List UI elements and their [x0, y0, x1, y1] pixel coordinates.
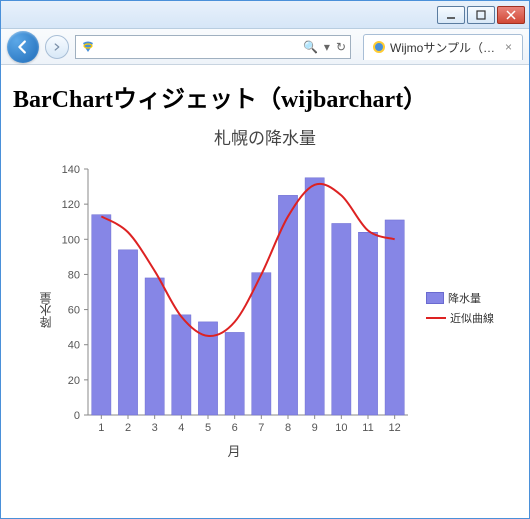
bar — [118, 250, 137, 415]
svg-text:40: 40 — [68, 340, 80, 352]
bar — [92, 215, 111, 415]
ie-favicon-icon — [80, 39, 96, 55]
tab-close-icon[interactable]: × — [503, 40, 514, 54]
back-button[interactable] — [7, 31, 39, 63]
legend-item-line: 近似曲線 — [426, 310, 494, 326]
browser-tab[interactable]: Wijmoサンプル（近… × — [363, 34, 523, 60]
svg-text:6: 6 — [232, 422, 238, 434]
refresh-icon[interactable]: ↻ — [336, 40, 346, 54]
chart-body: 降水量 020406080100120140123456789101112 月 … — [36, 159, 494, 460]
address-input[interactable] — [100, 40, 299, 54]
page-heading: BarChartウィジェット（wijbarchart） — [13, 79, 517, 114]
close-button[interactable] — [497, 6, 525, 24]
svg-text:4: 4 — [178, 422, 184, 434]
browser-window: 🔍 ▾ ↻ Wijmoサンプル（近… × BarChartウィジェット（wijb… — [0, 0, 530, 519]
bar — [332, 223, 351, 415]
svg-text:7: 7 — [258, 422, 264, 434]
address-bar-actions: 🔍 ▾ ↻ — [303, 40, 346, 54]
svg-text:5: 5 — [205, 422, 211, 434]
legend-line-label: 近似曲線 — [450, 310, 494, 326]
tab-title: Wijmoサンプル（近… — [390, 39, 499, 56]
x-axis-label: 月 — [227, 441, 240, 460]
bar — [385, 220, 404, 415]
window-titlebar — [1, 1, 529, 29]
svg-text:3: 3 — [152, 422, 158, 434]
maximize-button[interactable] — [467, 6, 495, 24]
svg-text:0: 0 — [74, 410, 80, 422]
svg-text:1: 1 — [98, 422, 104, 434]
svg-text:8: 8 — [285, 422, 291, 434]
page-content: BarChartウィジェット（wijbarchart） 札幌の降水量 降水量 0… — [1, 65, 529, 518]
svg-text:12: 12 — [389, 422, 401, 434]
legend-item-bar: 降水量 — [426, 290, 494, 306]
y-axis-label-wrap: 降水量 — [36, 292, 54, 328]
legend-bar-label: 降水量 — [448, 290, 481, 306]
chart-container: 札幌の降水量 降水量 02040608010012014012345678910… — [13, 124, 517, 460]
svg-text:10: 10 — [335, 422, 347, 434]
browser-navbar: 🔍 ▾ ↻ Wijmoサンプル（近… × — [1, 29, 529, 65]
legend-swatch-line-icon — [426, 317, 446, 319]
svg-text:20: 20 — [68, 375, 80, 387]
tab-strip: Wijmoサンプル（近… × — [363, 34, 523, 60]
forward-button[interactable] — [45, 35, 69, 59]
svg-text:2: 2 — [125, 422, 131, 434]
address-bar: 🔍 ▾ ↻ — [75, 35, 351, 59]
svg-text:140: 140 — [62, 164, 80, 176]
search-icon[interactable]: 🔍 — [303, 40, 318, 54]
bar — [305, 178, 324, 415]
y-axis-label: 降水量 — [37, 292, 54, 328]
chart-legend: 降水量 近似曲線 — [426, 290, 494, 330]
svg-text:100: 100 — [62, 234, 80, 246]
address-separator: ▾ — [324, 40, 330, 54]
bar — [172, 315, 191, 415]
svg-text:11: 11 — [362, 422, 373, 434]
bar — [252, 273, 271, 415]
svg-text:60: 60 — [68, 305, 80, 317]
minimize-button[interactable] — [437, 6, 465, 24]
chart-plot: 020406080100120140123456789101112 — [54, 159, 414, 439]
svg-text:9: 9 — [312, 422, 318, 434]
bar — [145, 278, 164, 415]
tab-favicon-icon — [372, 40, 386, 54]
plot-column: 020406080100120140123456789101112 月 — [54, 159, 414, 460]
bar — [225, 332, 244, 415]
chart-title: 札幌の降水量 — [214, 124, 316, 149]
legend-swatch-bar-icon — [426, 292, 444, 304]
bar — [358, 232, 377, 415]
svg-text:120: 120 — [62, 199, 80, 211]
svg-text:80: 80 — [68, 269, 80, 281]
